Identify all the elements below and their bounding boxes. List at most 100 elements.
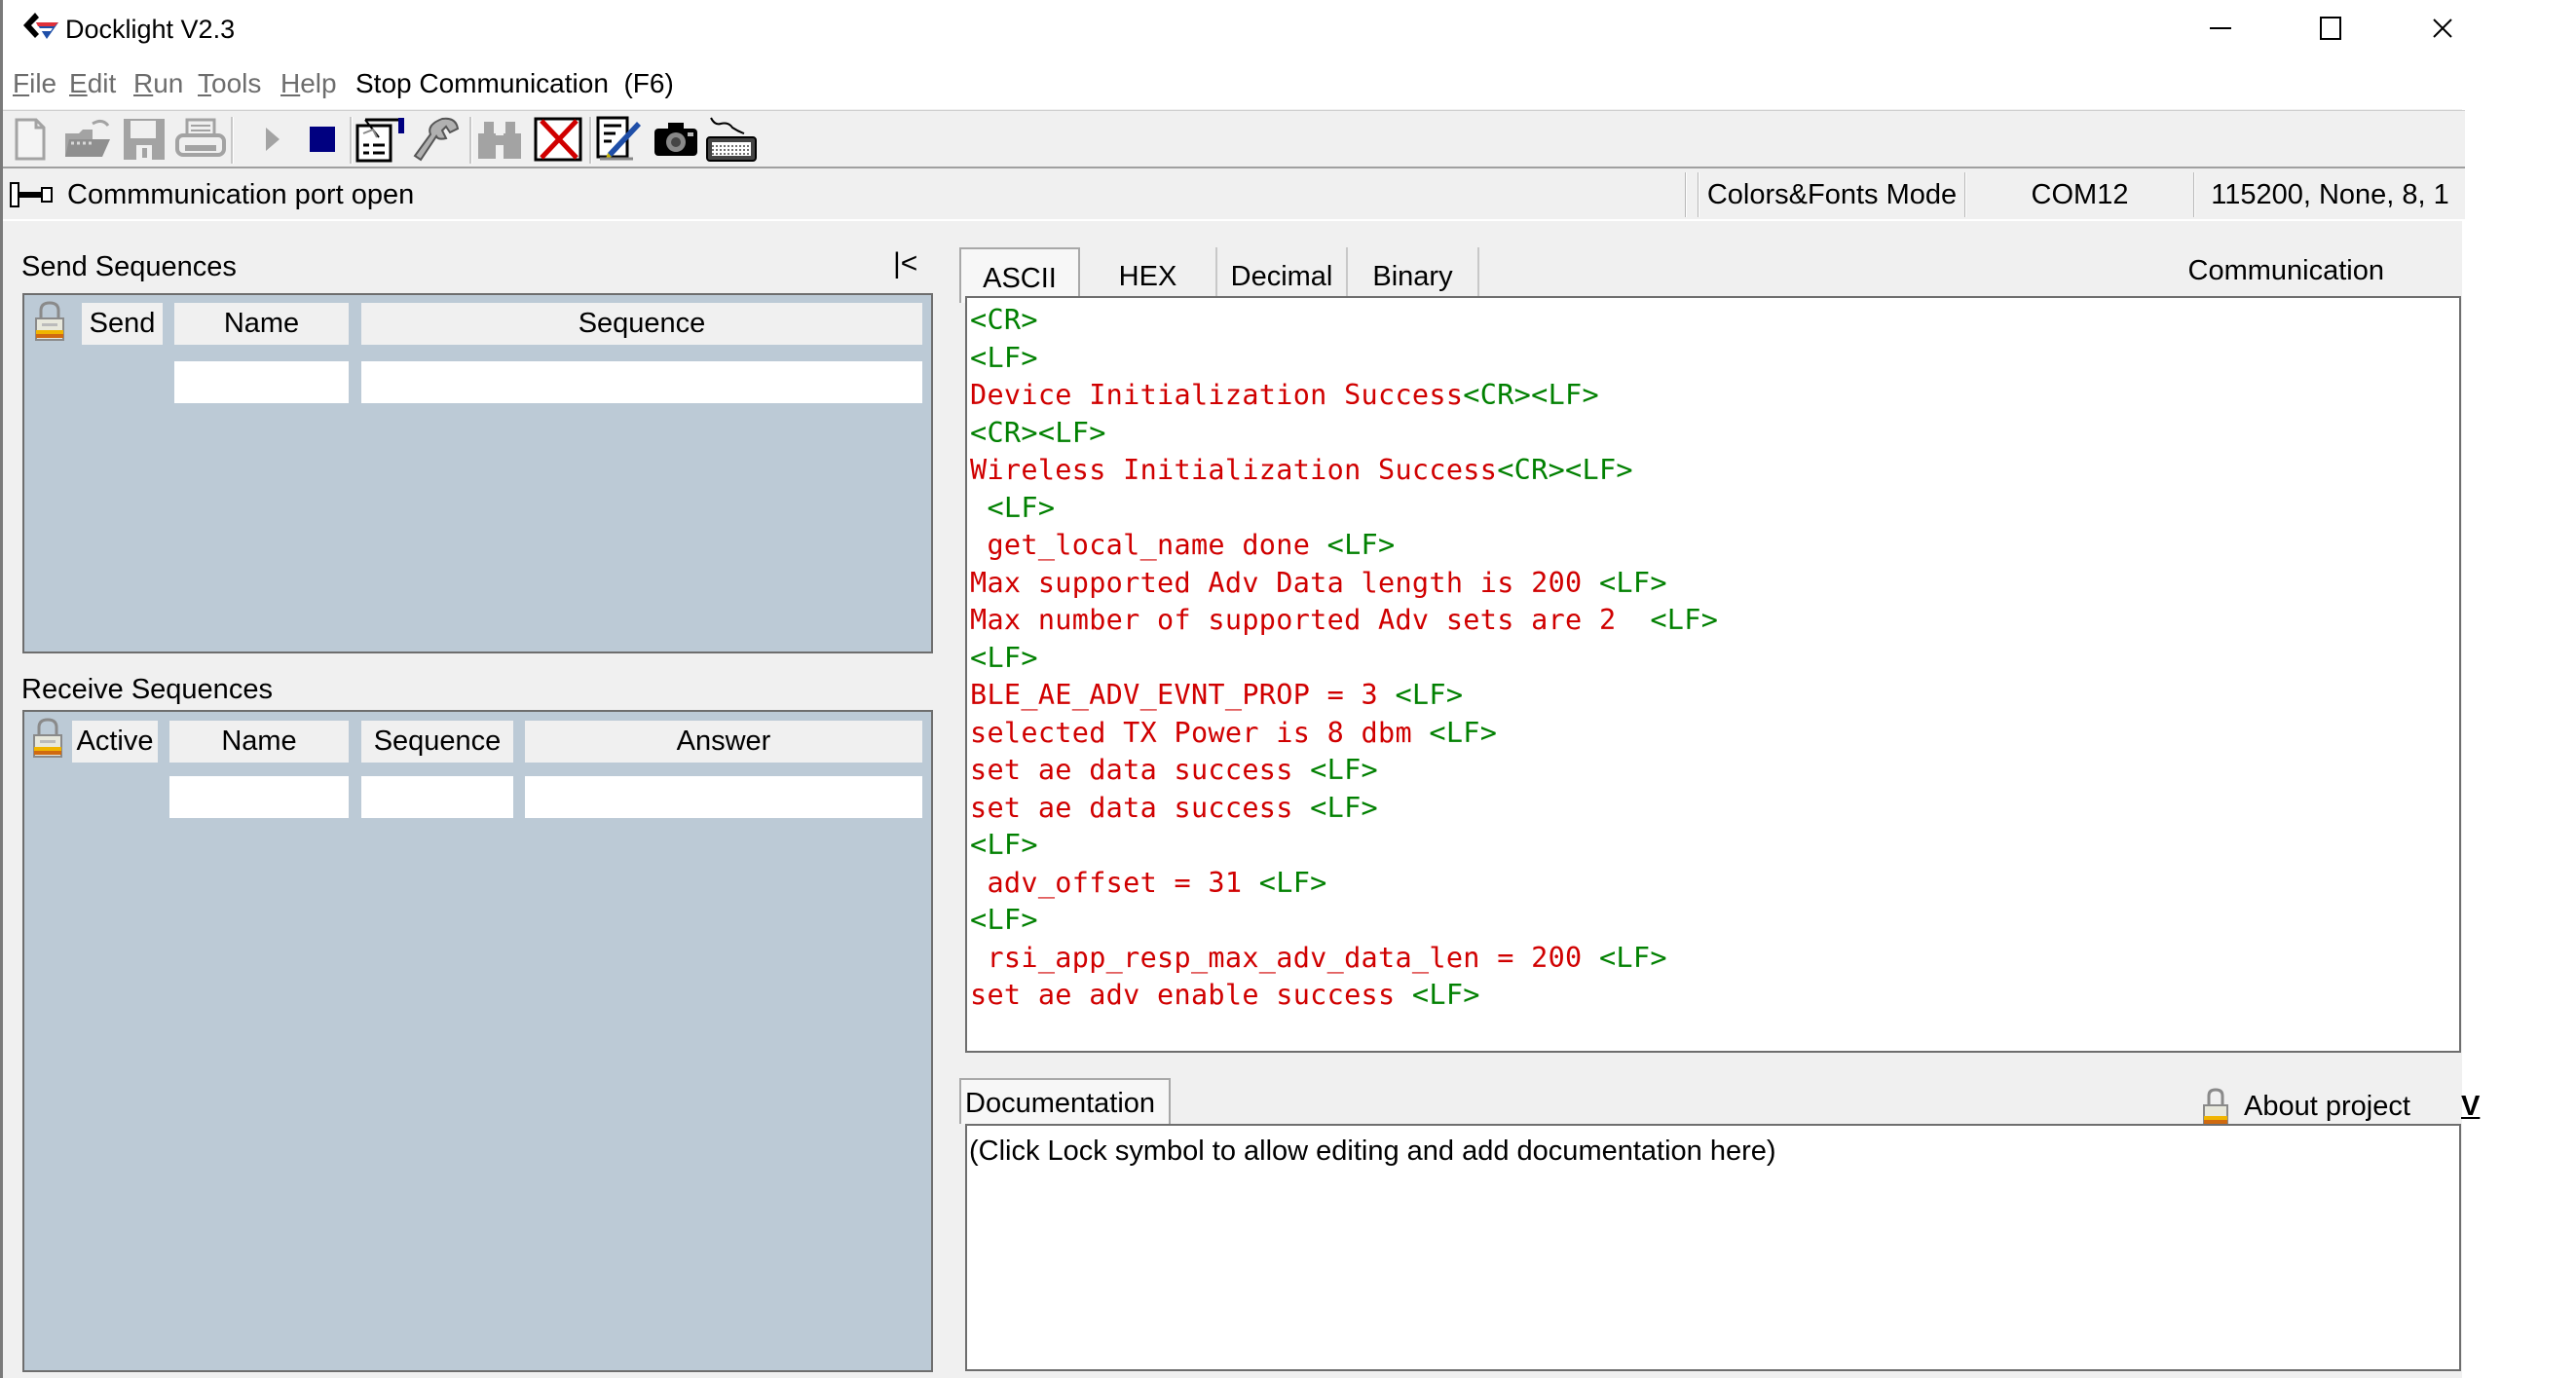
print-button[interactable] bbox=[174, 115, 227, 164]
menu-tools[interactable]: Tools bbox=[198, 66, 261, 101]
active-column-header[interactable]: Active bbox=[72, 721, 158, 763]
documentation-editor[interactable]: (Click Lock symbol to allow editing and … bbox=[965, 1124, 2461, 1371]
send-lock-icon[interactable] bbox=[32, 301, 67, 342]
find-button[interactable] bbox=[475, 115, 524, 164]
log-line: <LF> bbox=[970, 827, 1718, 865]
log-line: <LF> bbox=[970, 902, 1718, 940]
clear-window-button[interactable] bbox=[532, 115, 584, 164]
tab-decimal[interactable]: Decimal bbox=[1217, 247, 1348, 303]
snapshot-button[interactable] bbox=[652, 115, 700, 164]
received-text: set ae adv enable success bbox=[970, 979, 1412, 1011]
menu-help[interactable]: Help bbox=[280, 66, 337, 101]
save-button[interactable] bbox=[121, 115, 168, 164]
log-line: set ae data success <LF> bbox=[970, 752, 1718, 790]
log-line: set ae data success <LF> bbox=[970, 790, 1718, 828]
project-settings-icon bbox=[355, 118, 404, 163]
open-folder-icon bbox=[64, 119, 110, 157]
control-char-text: <LF> bbox=[1650, 604, 1719, 636]
communication-log: <CR> <LF> Device Initialization Success<CR… bbox=[970, 302, 1718, 1015]
new-file-button[interactable] bbox=[13, 115, 48, 164]
toolbar-separator bbox=[350, 117, 353, 164]
menu-edit-accel: E bbox=[69, 68, 88, 98]
new-file-icon bbox=[15, 118, 46, 161]
control-char-text: <LF> bbox=[1429, 716, 1498, 749]
receive-sequence-input[interactable] bbox=[361, 776, 513, 818]
docklight-window: Docklight V2.3 File Edit Run Tools Help … bbox=[0, 0, 2480, 1378]
control-char-text: <LF> bbox=[1598, 566, 1667, 599]
project-settings-button[interactable] bbox=[355, 115, 408, 164]
tab-ascii[interactable]: ASCII bbox=[959, 247, 1080, 303]
send-sequences-table: Send Name Sequence bbox=[22, 293, 933, 653]
control-char-text: <LF> bbox=[1310, 791, 1379, 824]
name-column-header[interactable]: Name bbox=[169, 721, 349, 763]
port-open-icon bbox=[10, 182, 53, 207]
menu-file[interactable]: File bbox=[13, 66, 56, 101]
status-row: Commmunication port open Colors&Fonts Mo… bbox=[3, 168, 2465, 221]
menu-edit-label: dit bbox=[87, 68, 117, 98]
clear-window-icon bbox=[534, 117, 582, 162]
save-icon bbox=[124, 119, 165, 160]
log-line: BLE_AE_ADV_EVNT_PROP = 3 <LF> bbox=[970, 677, 1718, 715]
title-bar: Docklight V2.3 bbox=[3, 0, 2465, 58]
stop-button[interactable] bbox=[305, 115, 340, 164]
communication-window[interactable]: <CR> <LF> Device Initialization Success<CR… bbox=[965, 296, 2461, 1053]
status-spacer bbox=[1685, 172, 1698, 217]
port-settings-status: 115200, None, 8, 1 bbox=[2193, 172, 2466, 217]
send-column-header[interactable]: Send bbox=[82, 303, 163, 345]
log-line: <CR><LF> bbox=[970, 415, 1718, 453]
options-button[interactable] bbox=[412, 115, 463, 164]
window-title: Docklight V2.3 bbox=[65, 15, 236, 44]
toolbar-separator bbox=[469, 117, 472, 164]
menu-run[interactable]: Run bbox=[133, 66, 183, 101]
received-text: set ae data success bbox=[970, 754, 1311, 786]
stop-communication-menu-action[interactable]: Stop Communication (F6) bbox=[355, 66, 674, 101]
receive-answer-input[interactable] bbox=[525, 776, 922, 818]
menu-edit[interactable]: Edit bbox=[69, 66, 116, 101]
run-button[interactable] bbox=[258, 115, 287, 164]
menu-tools-label: ools bbox=[211, 68, 262, 98]
control-char-text: <LF> bbox=[1395, 679, 1464, 711]
open-button[interactable] bbox=[61, 115, 115, 164]
log-line: Max number of supported Adv sets are 2 <… bbox=[970, 602, 1718, 640]
receive-name-input[interactable] bbox=[169, 776, 349, 818]
receive-lock-icon[interactable] bbox=[30, 718, 65, 759]
close-button[interactable] bbox=[2389, 0, 2496, 56]
edit-note-button[interactable] bbox=[593, 115, 646, 164]
control-char-text: <LF> bbox=[1310, 754, 1379, 786]
tab-documentation[interactable]: Documentation bbox=[959, 1078, 1171, 1124]
keyboard-icon bbox=[706, 117, 757, 162]
minimize-button[interactable] bbox=[2167, 0, 2274, 56]
print-icon bbox=[175, 118, 226, 157]
log-line: set ae adv enable success <LF> bbox=[970, 977, 1718, 1015]
answer-column-header[interactable]: Answer bbox=[525, 721, 922, 763]
tab-hex[interactable]: HEX bbox=[1080, 247, 1217, 303]
wrench-icon bbox=[413, 117, 460, 162]
received-text: get_local_name done bbox=[970, 529, 1327, 561]
maximize-button[interactable] bbox=[2277, 0, 2384, 56]
sequence-column-header[interactable]: Sequence bbox=[361, 721, 513, 763]
log-line: get_local_name done <LF> bbox=[970, 527, 1718, 565]
control-char-text: <CR> bbox=[970, 304, 1038, 336]
control-char-text: <LF> bbox=[1258, 866, 1327, 899]
received-text: Max supported Adv Data length is 200 bbox=[970, 566, 1599, 599]
receive-sequences-title: Receive Sequences bbox=[21, 674, 273, 705]
keyboard-console-button[interactable] bbox=[704, 115, 759, 164]
name-column-header[interactable]: Name bbox=[174, 303, 349, 345]
menu-bar: File Edit Run Tools Help Stop Communicat… bbox=[3, 58, 2465, 109]
documentation-toggle-button[interactable]: V bbox=[2461, 1089, 2480, 1124]
collapse-panel-button[interactable]: |< bbox=[893, 245, 926, 282]
control-char-text: <LF> bbox=[987, 491, 1056, 524]
received-text: set ae data success bbox=[970, 791, 1311, 824]
log-line: <LF> bbox=[970, 340, 1718, 378]
menu-run-label: un bbox=[153, 68, 184, 98]
log-line: selected TX Power is 8 dbm <LF> bbox=[970, 715, 1718, 753]
received-text: Wireless Initialization Success bbox=[970, 454, 1498, 486]
control-char-text: <CR><LF> bbox=[970, 416, 1106, 449]
send-name-input[interactable] bbox=[174, 361, 349, 403]
send-sequence-input[interactable] bbox=[361, 361, 922, 403]
documentation-placeholder: (Click Lock symbol to allow editing and … bbox=[969, 1136, 1776, 1167]
sequence-column-header[interactable]: Sequence bbox=[361, 303, 922, 345]
tab-binary[interactable]: Binary bbox=[1348, 247, 1479, 303]
documentation-lock-icon[interactable] bbox=[2198, 1088, 2233, 1129]
communication-title: Communication bbox=[2187, 255, 2384, 286]
